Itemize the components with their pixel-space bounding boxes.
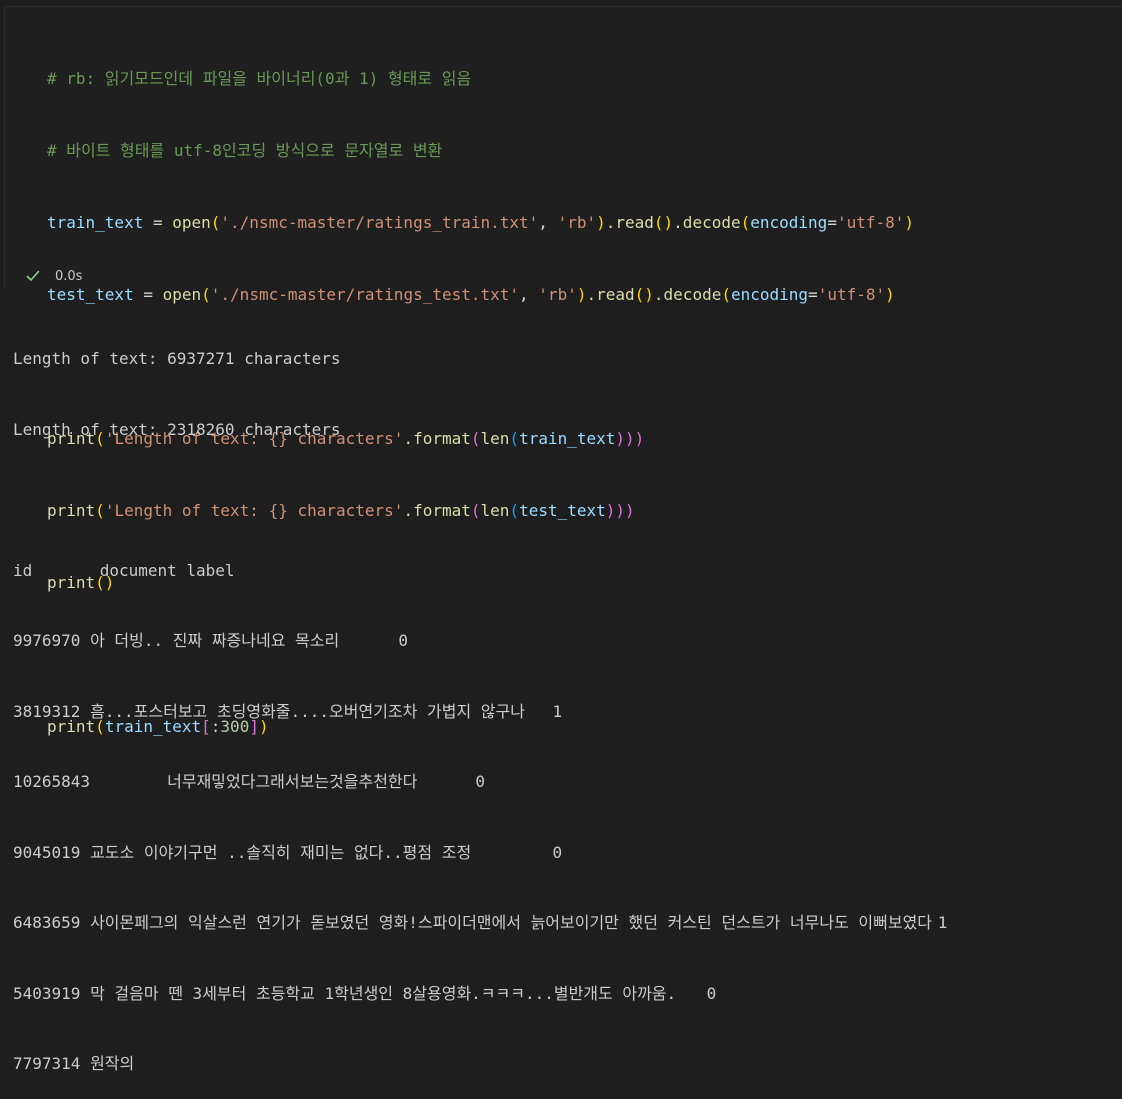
check-icon [26,270,40,281]
code-line-2: # 바이트 형태를 utf-8인코딩 방식으로 문자열로 변환 [47,139,914,163]
output-line: 10265843 너무재밓었다그래서보는것을추천한다 0 [13,772,486,791]
paren: ( [210,213,221,232]
execution-time: 0.0s [55,268,83,284]
string-literal: 'utf-8' [836,213,905,232]
operator: = [143,213,173,232]
output-line: 5403919 막 걸음마 뗀 3세부터 초등학교 1학년생인 8살용영화.ㅋㅋ… [13,983,717,1003]
output-line: Length of text: 2318260 characters [13,419,341,439]
output-line: 9976970 아 더빙.. 진짜 짜증나네요 목소리 0 [13,631,408,650]
comma: , [538,213,558,232]
method-name: .decode [673,213,741,232]
variable: train_text [47,213,144,232]
code-line-3: train_text = open('./nsmc-master/ratings… [47,211,914,235]
string-literal: './nsmc-master/ratings_train.txt' [220,213,539,232]
string-literal: 'rb' [557,213,597,232]
output-line: 9045019 교도소 이야기구먼 ..솔직히 재미는 없다..평점 조정 0 [13,842,563,862]
paren: ( [740,213,751,232]
code-cell[interactable]: # rb: 읽기모드인데 파일을 바이너리(0과 1) 형태로 읽음 # 바이트… [4,6,1122,736]
paren: () [653,213,674,232]
code-line-1: # rb: 읽기모드인데 파일을 바이너리(0과 1) 형태로 읽음 [47,67,914,91]
output-line: 6483659 사이몬페그의 익살스런 연기가 돋보였던 영화!스파이더맨에서 … [13,913,948,932]
comment: # 바이트 형태를 utf-8인코딩 방식으로 문자열로 변환 [47,141,443,160]
execution-status: 0.0s [25,265,82,287]
output-line: Length of text: 6937271 characters [13,349,341,368]
cell-output: Length of text: 6937271 characters Lengt… [13,300,1113,1099]
method-name: .read [605,213,654,232]
function-name: open [172,213,211,232]
output-line: id document label [13,560,235,580]
comment: # rb: 읽기모드인데 파일을 바이너리(0과 1) 형태로 읽음 [47,69,472,88]
output-line: 7797314 원작의 [13,1054,135,1073]
operator: = [827,213,837,232]
output-line: 3819312 흠...포스터보고 초딩영화줄....오버연기조차 가볍지 않구… [13,701,563,721]
keyword-arg: encoding [750,213,828,232]
paren: ) [904,213,915,232]
paren: ) [596,213,606,232]
